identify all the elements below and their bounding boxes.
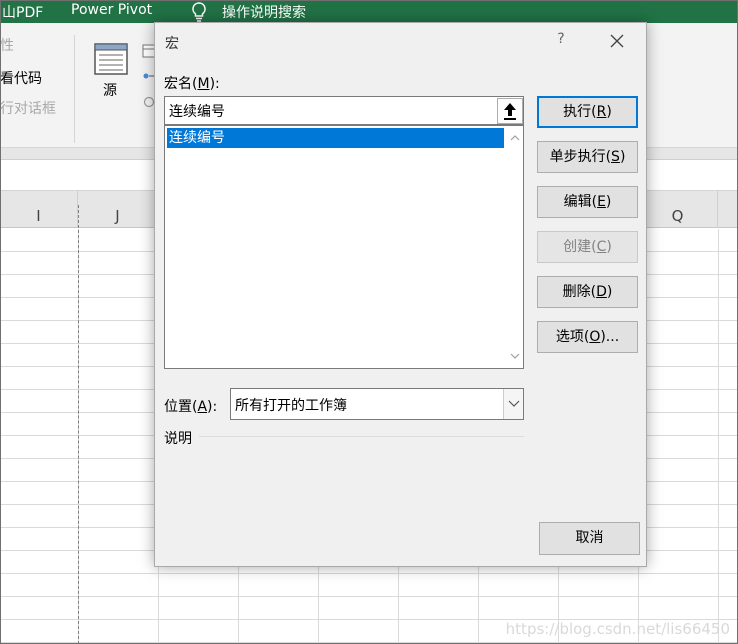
location-label: 位置(A): (164, 399, 218, 415)
tab-power-pivot[interactable]: Power Pivot (71, 2, 152, 18)
column-header-q[interactable]: Q (638, 191, 718, 228)
macro-list[interactable]: 连续编号 (164, 125, 524, 369)
location-select[interactable]: 所有打开的工作簿 (230, 388, 524, 420)
help-button[interactable]: ? (553, 31, 569, 47)
column-header-j[interactable]: J (78, 191, 158, 228)
column-header-i[interactable]: I (0, 191, 78, 228)
edit-button[interactable]: 编辑(E) (537, 186, 638, 218)
macro-name-input[interactable]: 连续编号 (164, 96, 524, 125)
tab-pdf[interactable]: 山PDF (2, 2, 43, 22)
dialog-title: 宏 (165, 36, 179, 52)
source-button-label[interactable]: 源 (103, 80, 117, 100)
run-button[interactable]: 执行(R) (537, 96, 638, 128)
page-break-line (78, 205, 79, 644)
lightbulb-icon[interactable] (188, 1, 210, 23)
chevron-up-icon[interactable] (510, 133, 520, 143)
description-label: 说明 (164, 431, 192, 447)
ribbon-separator (74, 35, 75, 143)
collapse-dialog-button[interactable] (497, 98, 523, 124)
upload-arrow-icon (504, 103, 516, 120)
step-into-button[interactable]: 单步执行(S) (537, 141, 638, 173)
macro-name-label: 宏名(M): (164, 76, 220, 92)
ribbon-item-properties[interactable]: 性 (0, 35, 14, 55)
watermark: https://blog.csdn.net/lis66450 (505, 620, 730, 638)
ribbon-tab-bar: 山PDF Power Pivot 操作说明搜索 (0, 0, 738, 23)
macro-dialog: 宏 ? 宏名(M): 连续编号 连续编号 执行(R) 单步执行(S) 编辑(E)… (154, 22, 647, 567)
location-value: 所有打开的工作簿 (235, 398, 347, 414)
description-divider (199, 436, 524, 437)
ribbon-item-run-dialog[interactable]: 行对话框 (0, 98, 56, 118)
chevron-down-icon[interactable] (510, 351, 520, 361)
create-button[interactable]: 创建(C) (537, 231, 638, 263)
close-icon[interactable] (607, 31, 627, 51)
ribbon-item-view-code[interactable]: 看代码 (0, 68, 42, 88)
chevron-down-icon (508, 400, 520, 407)
dropdown-arrow[interactable] (503, 389, 523, 419)
list-item[interactable]: 连续编号 (167, 128, 504, 148)
source-xml-icon[interactable] (94, 43, 128, 75)
options-button[interactable]: 选项(O)... (537, 321, 638, 353)
delete-button[interactable]: 删除(D) (537, 276, 638, 308)
tell-me-search[interactable]: 操作说明搜索 (222, 2, 306, 22)
list-scrollbar[interactable] (506, 127, 523, 367)
cancel-button[interactable]: 取消 (539, 522, 640, 555)
